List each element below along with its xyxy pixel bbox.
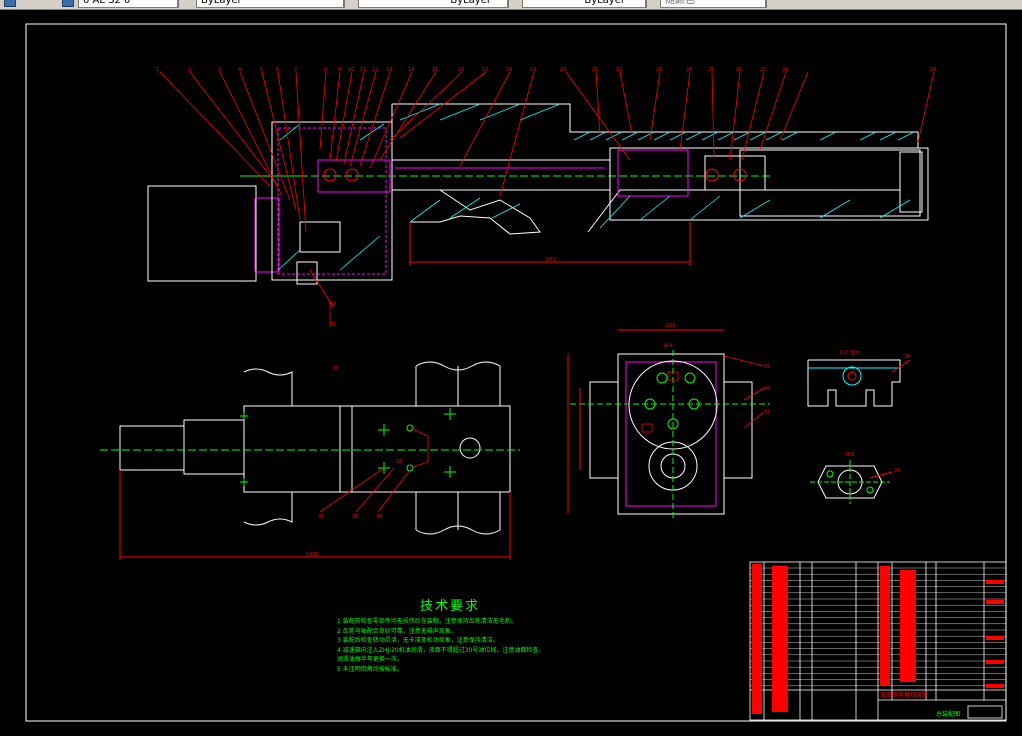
layer-icon[interactable] — [4, 0, 16, 7]
svg-text:16: 16 — [458, 67, 464, 73]
parts-list — [749, 561, 1007, 721]
svg-text:19: 19 — [530, 67, 536, 73]
tech-note-line: 2 齿轮与轴配合良好可靠，注意无噪声现象。 — [337, 627, 457, 635]
main-assembly-view: 123 456 789 10 11 12 13 14 15 16 17 18 19 20 21 … — [147, 67, 936, 328]
section-c-label: C-C 放大 — [840, 349, 860, 356]
svg-text:18: 18 — [396, 459, 402, 465]
svg-text:29: 29 — [930, 67, 936, 73]
svg-text:21: 21 — [592, 67, 598, 73]
tech-note-line: 润滑油每半年更换一次。 — [337, 656, 404, 663]
tech-requirements-title: 技术要求 — [420, 599, 481, 614]
svg-text:7: 7 — [294, 67, 297, 73]
svg-text:14: 14 — [408, 67, 414, 73]
layer-state-icon[interactable] — [62, 0, 74, 7]
svg-text:22: 22 — [616, 67, 622, 73]
svg-text:3: 3 — [218, 67, 221, 73]
chevron-down-icon[interactable] — [508, 0, 518, 8]
tech-note-line: 1 装配前检查零部件均无损伤后在装配，注意保持齿轮清洁无毛刺。 — [337, 618, 517, 625]
svg-text:11: 11 — [360, 67, 366, 73]
chevron-down-icon[interactable] — [646, 0, 656, 8]
svg-text:30: 30 — [330, 302, 336, 308]
linetype-dropdown[interactable]: ByLayer — [358, 0, 508, 8]
svg-text:1: 1 — [156, 67, 159, 73]
svg-text:35: 35 — [764, 364, 770, 370]
svg-text:38: 38 — [904, 354, 910, 360]
svg-text:33: 33 — [352, 514, 358, 520]
drawing-canvas[interactable]: 123 456 789 10 11 12 13 14 15 16 17 18 19 20 21 … — [0, 10, 1022, 736]
svg-text:5: 5 — [260, 67, 263, 73]
lineweight-dropdown[interactable]: ByLayer — [522, 0, 646, 8]
tech-note-line: 3 装配后检查转动灵活，无卡滞及松动现象，注意保持清洁。 — [337, 637, 499, 644]
svg-text:13: 13 — [386, 67, 392, 73]
svg-text:36: 36 — [764, 386, 770, 392]
svg-text:2: 2 — [188, 67, 191, 73]
svg-text:39: 39 — [894, 468, 900, 474]
svg-text:24: 24 — [686, 67, 692, 73]
section-a-view: 220 35 36 37 — [567, 323, 770, 520]
properties-toolbar: 0 AL S2 0 ByLayer ByLayer ByLayer 随颜色 — [0, 0, 1022, 10]
section-a-label: A-A — [664, 343, 673, 349]
svg-text:28: 28 — [782, 67, 788, 73]
svg-text:26: 26 — [736, 67, 742, 73]
section-b-view: 39 — [810, 460, 900, 504]
tech-note-line: 4 减速箱内注入ZHJ-20机油润滑，液面不得超过30号油位线，注意油面检查。 — [337, 646, 545, 654]
chevron-down-icon[interactable] — [766, 0, 776, 8]
chevron-down-icon[interactable] — [178, 0, 188, 8]
svg-text:37: 37 — [764, 410, 770, 416]
svg-text:15: 15 — [432, 67, 438, 73]
view-label: B — [334, 365, 338, 371]
section-c-view: 38 — [807, 354, 910, 407]
svg-text:20: 20 — [560, 67, 566, 73]
svg-text:220: 220 — [666, 323, 676, 329]
svg-text:25: 25 — [708, 67, 714, 73]
svg-text:18: 18 — [506, 67, 512, 73]
svg-text:34: 34 — [376, 514, 382, 520]
chevron-down-icon[interactable] — [344, 0, 354, 8]
title-block-label: 液压支架推移装置 — [880, 691, 928, 699]
svg-text:6: 6 — [276, 67, 279, 73]
section-b-label: B-B — [846, 452, 855, 458]
svg-text:27: 27 — [760, 67, 766, 73]
svg-text:8: 8 — [324, 67, 327, 73]
tech-note-line: 5 未注明倒角均按标准。 — [337, 665, 403, 673]
svg-text:23: 23 — [656, 67, 662, 73]
svg-text:500: 500 — [546, 257, 556, 263]
svg-text:10: 10 — [348, 67, 354, 73]
layer-dropdown[interactable]: 0 AL S2 0 — [78, 0, 178, 8]
color-dropdown[interactable]: ByLayer — [196, 0, 344, 8]
svg-text:17: 17 — [482, 67, 488, 73]
plan-view: 32 33 34 1600 18 — [100, 361, 520, 560]
svg-text:32: 32 — [318, 514, 324, 520]
svg-text:9: 9 — [338, 67, 341, 73]
svg-text:4: 4 — [238, 67, 241, 73]
svg-text:31: 31 — [330, 322, 336, 328]
svg-text:1600: 1600 — [306, 552, 319, 558]
cad-drawing: 123 456 789 10 11 12 13 14 15 16 17 18 19 20 21 … — [25, 23, 1007, 722]
title-block-name: 总装配图 — [936, 710, 960, 718]
plotstyle-dropdown[interactable]: 随颜色 — [660, 0, 766, 8]
svg-text:12: 12 — [372, 67, 378, 73]
